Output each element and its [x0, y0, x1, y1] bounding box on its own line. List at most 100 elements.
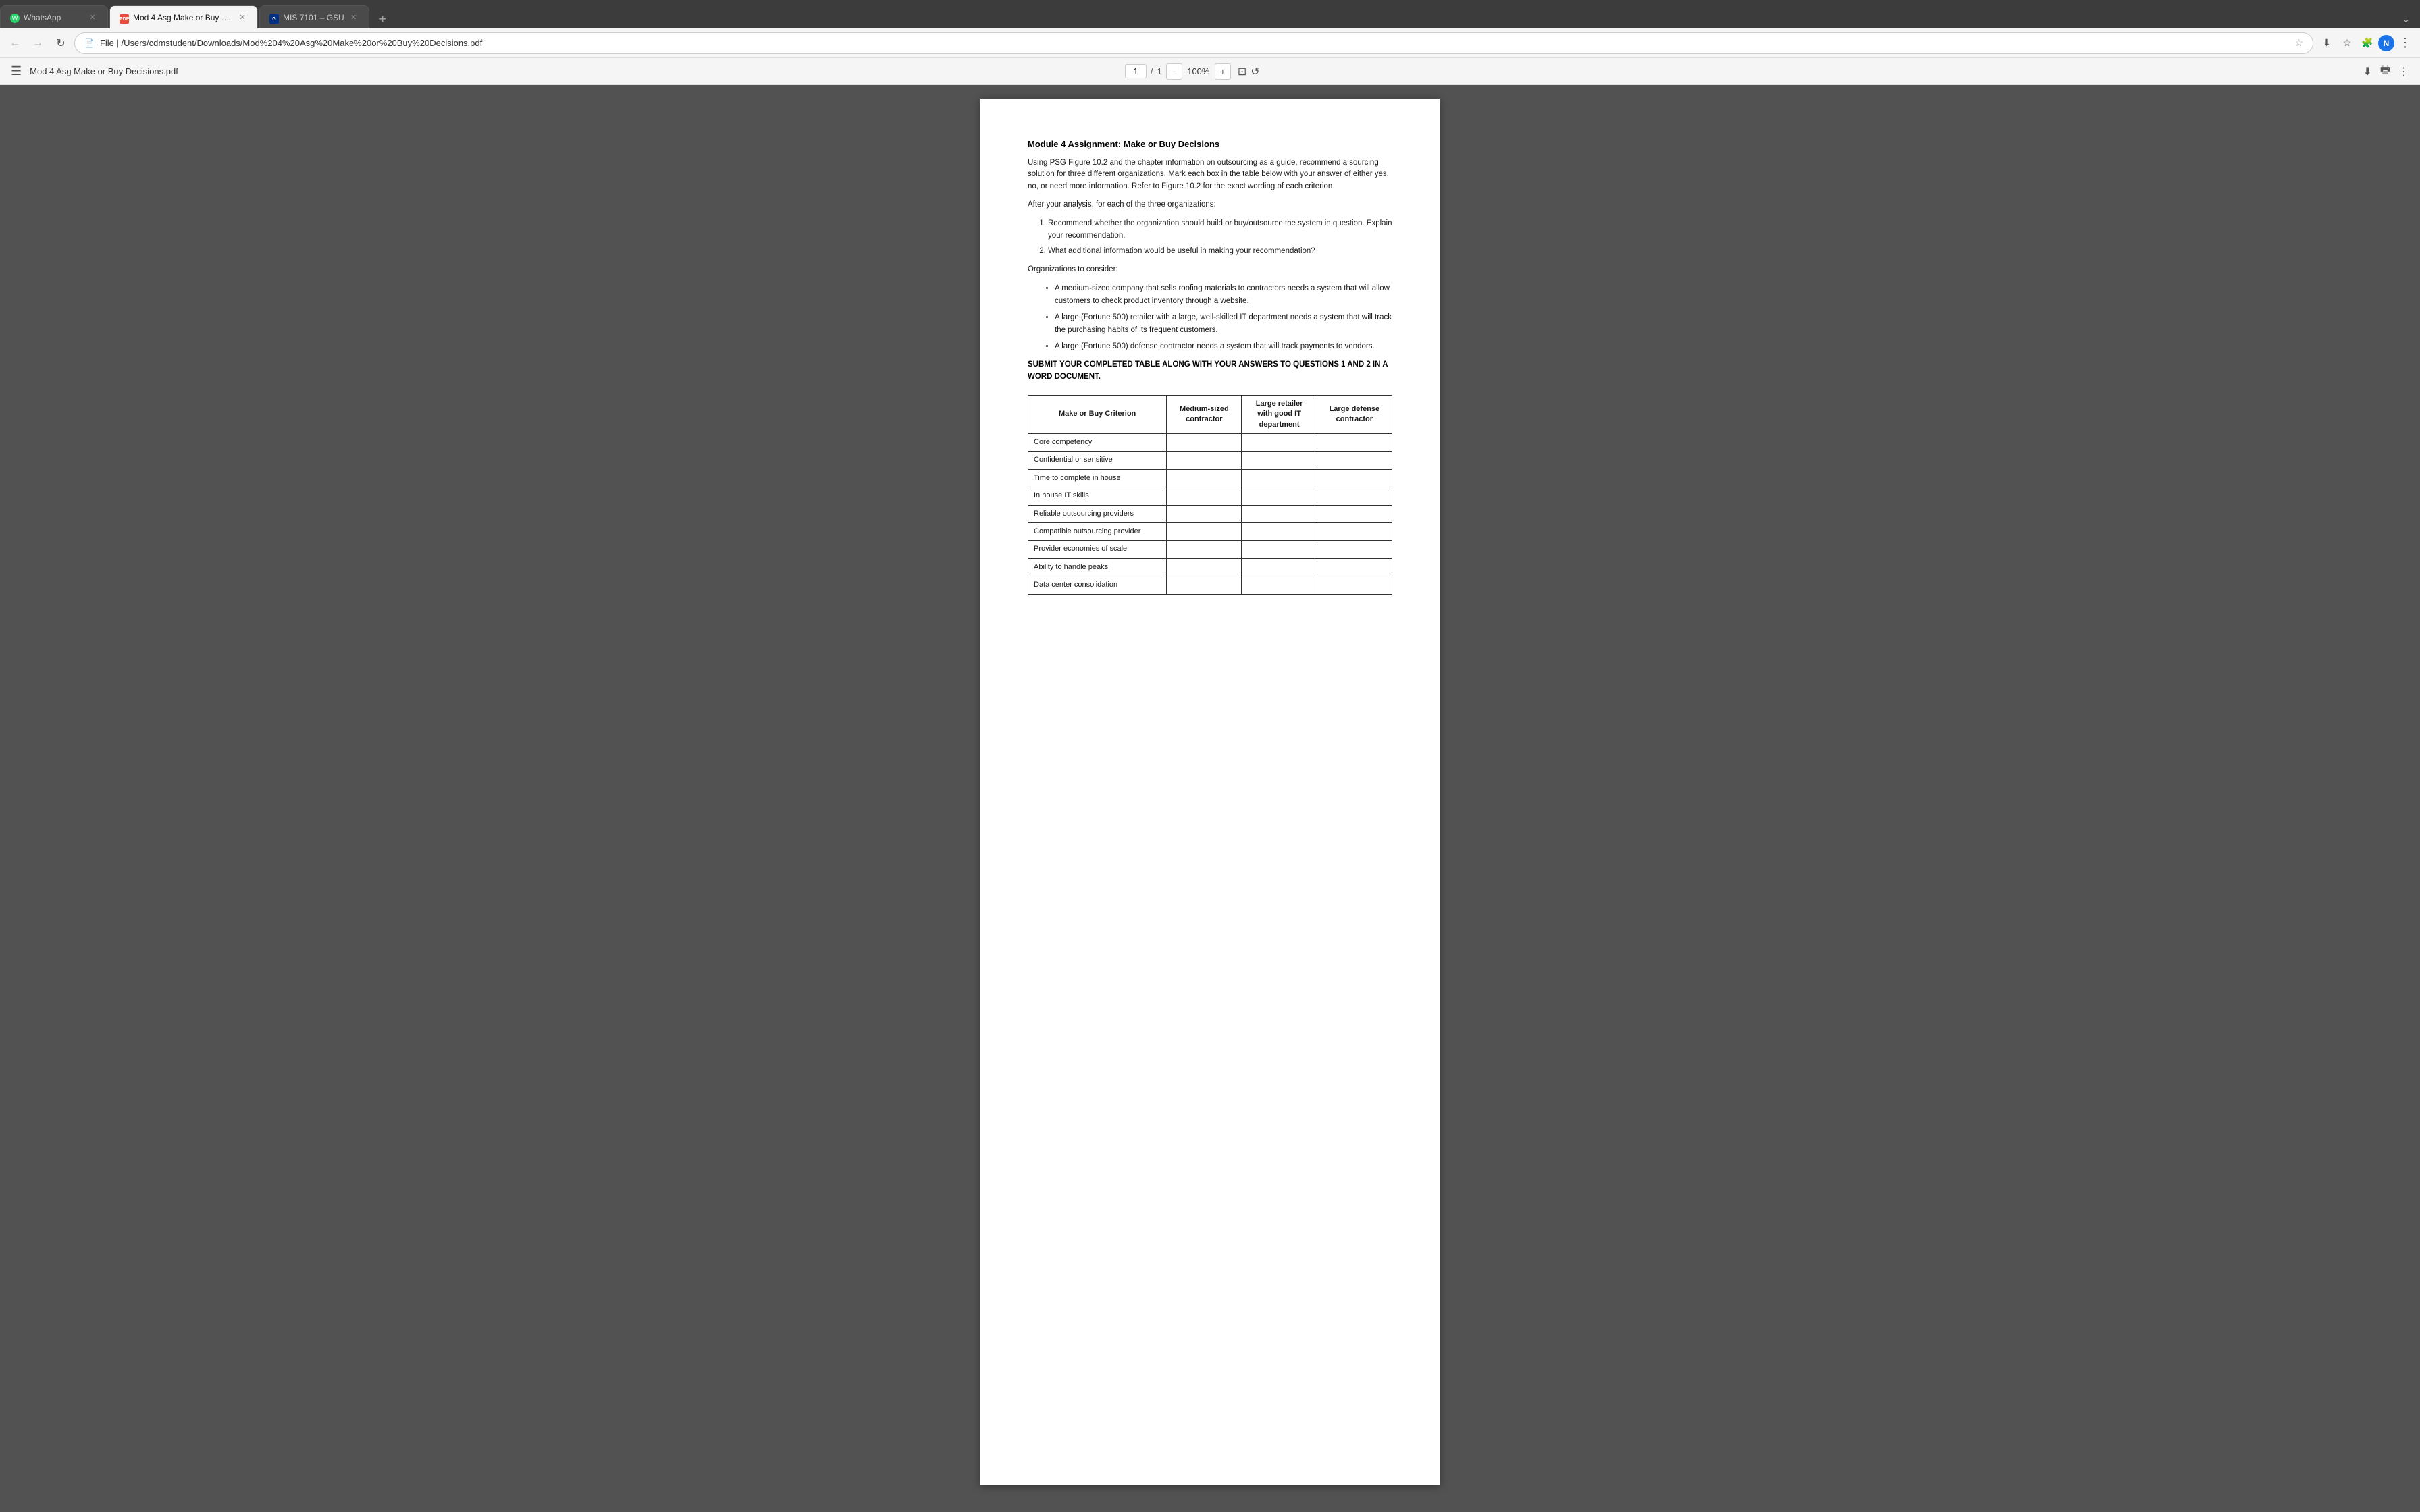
pdf-viewer: Module 4 Assignment: Make or Buy Decisio… — [0, 85, 2420, 1512]
table-cell-value — [1242, 541, 1317, 558]
table-cell-value — [1167, 523, 1242, 541]
pdf-file-title: Mod 4 Asg Make or Buy Decisions.pdf — [30, 66, 1117, 76]
table-cell-value — [1242, 487, 1317, 505]
table-cell-value — [1317, 452, 1392, 469]
table-cell-value — [1317, 505, 1392, 522]
table-cell-value — [1242, 434, 1317, 452]
new-tab-button[interactable]: + — [373, 9, 392, 28]
pdf-page-separator: / — [1151, 66, 1153, 76]
table-cell-value — [1242, 505, 1317, 522]
zoom-out-button[interactable]: − — [1166, 63, 1182, 80]
table-cell-criterion: In house IT skills — [1028, 487, 1167, 505]
table-header-row: Make or Buy Criterion Medium-sized contr… — [1028, 395, 1392, 433]
table-cell-value — [1317, 469, 1392, 487]
table-row: Ability to handle peaks — [1028, 558, 1392, 576]
navigation-bar: ← → ↻ 📄 File | /Users/cdmstudent/Downloa… — [0, 28, 2420, 58]
list-item-1: Recommend whether the organization shoul… — [1048, 217, 1392, 242]
tab-bar-left: W WhatsApp ✕ PDF Mod 4 Asg Make or Buy D… — [0, 5, 2399, 28]
col-header-criterion: Make or Buy Criterion — [1028, 395, 1167, 433]
table-cell-value — [1242, 558, 1317, 576]
star-icon[interactable]: ☆ — [2294, 37, 2303, 49]
pdf-page-controls: / 1 − 100% + ⊡ ↺ — [1125, 63, 1260, 80]
col-header-defense: Large defense contractor — [1317, 395, 1392, 433]
address-bar[interactable]: 📄 File | /Users/cdmstudent/Downloads/Mod… — [74, 32, 2313, 54]
table-cell-value — [1317, 434, 1392, 452]
table-cell-criterion: Time to complete in house — [1028, 469, 1167, 487]
table-cell-criterion: Ability to handle peaks — [1028, 558, 1167, 576]
tab-pdf-label: Mod 4 Asg Make or Buy Deci... — [133, 13, 233, 22]
tab-whatsapp-close-icon[interactable]: ✕ — [87, 12, 98, 23]
table-row: Time to complete in house — [1028, 469, 1392, 487]
table-cell-criterion: Provider economies of scale — [1028, 541, 1167, 558]
pdf-page-total: 1 — [1157, 66, 1162, 76]
gsu-favicon-icon: G — [269, 13, 279, 22]
tab-gsu[interactable]: G MIS 7101 – GSU ✕ — [259, 5, 369, 28]
bookmark-icon[interactable]: ☆ — [2338, 34, 2357, 53]
table-row: Data center consolidation — [1028, 576, 1392, 594]
rotate-icon[interactable]: ↺ — [1251, 65, 1259, 78]
back-button[interactable]: ← — [5, 34, 24, 53]
intro-paragraph: Using PSG Figure 10.2 and the chapter in… — [1028, 157, 1392, 192]
extensions-icon[interactable]: 🧩 — [2358, 34, 2377, 53]
tab-gsu-close-icon[interactable]: ✕ — [348, 12, 359, 23]
tab-bar-right: ⌄ — [2399, 9, 2420, 28]
make-or-buy-table: Make or Buy Criterion Medium-sized contr… — [1028, 395, 1392, 595]
table-cell-value — [1242, 452, 1317, 469]
table-cell-value — [1242, 576, 1317, 594]
zoom-value: 100% — [1186, 66, 1211, 76]
list-item-2: What additional information would be use… — [1048, 245, 1392, 257]
table-cell-criterion: Data center consolidation — [1028, 576, 1167, 594]
tab-pdf[interactable]: PDF Mod 4 Asg Make or Buy Deci... ✕ — [109, 5, 258, 28]
org-bullet-list: A medium-sized company that sells roofin… — [1055, 282, 1392, 352]
table-cell-value — [1317, 576, 1392, 594]
table-cell-value — [1317, 523, 1392, 541]
table-row: Provider economies of scale — [1028, 541, 1392, 558]
pdf-toolbar: ☰ Mod 4 Asg Make or Buy Decisions.pdf / … — [0, 58, 2420, 85]
orgs-heading: Organizations to consider: — [1028, 264, 1392, 275]
zoom-in-button[interactable]: + — [1215, 63, 1231, 80]
org-bullet-1: A medium-sized company that sells roofin… — [1055, 282, 1392, 307]
file-icon: 📄 — [84, 38, 95, 48]
table-cell-value — [1167, 487, 1242, 505]
table-row: Core competency — [1028, 434, 1392, 452]
table-cell-value — [1167, 558, 1242, 576]
pdf-download-icon[interactable]: ⬇ — [2363, 65, 2372, 78]
table-cell-value — [1317, 541, 1392, 558]
table-row: Confidential or sensitive — [1028, 452, 1392, 469]
whatsapp-favicon-icon: W — [10, 13, 20, 22]
table-cell-criterion: Reliable outsourcing providers — [1028, 505, 1167, 522]
table-cell-value — [1167, 505, 1242, 522]
tab-whatsapp[interactable]: W WhatsApp ✕ — [0, 5, 108, 28]
table-cell-value — [1167, 576, 1242, 594]
table-cell-criterion: Compatible outsourcing provider — [1028, 523, 1167, 541]
more-options-icon[interactable]: ⋮ — [2396, 34, 2415, 53]
pdf-more-icon[interactable]: ⋮ — [2398, 65, 2409, 78]
pdf-print-icon[interactable]: 🖶 — [2380, 62, 2390, 80]
numbered-list: Recommend whether the organization shoul… — [1048, 217, 1392, 257]
table-cell-value — [1167, 434, 1242, 452]
reload-button[interactable]: ↻ — [51, 34, 70, 53]
org-bullet-2: A large (Fortune 500) retailer with a la… — [1055, 311, 1392, 336]
nav-right-buttons: ⬇ ☆ 🧩 N ⋮ — [2317, 34, 2415, 53]
address-bar-text: File | /Users/cdmstudent/Downloads/Mod%2… — [100, 38, 2289, 48]
table-cell-value — [1167, 469, 1242, 487]
forward-button[interactable]: → — [28, 34, 47, 53]
document-title: Module 4 Assignment: Make or Buy Decisio… — [1028, 139, 1392, 149]
pdf-favicon-icon: PDF — [120, 13, 129, 22]
tab-pdf-close-icon[interactable]: ✕ — [237, 12, 248, 23]
fit-page-icon[interactable]: ⊡ — [1238, 65, 1246, 78]
browser-chrome: W WhatsApp ✕ PDF Mod 4 Asg Make or Buy D… — [0, 0, 2420, 58]
profile-icon[interactable]: N — [2378, 35, 2394, 51]
pdf-page-input[interactable] — [1125, 64, 1147, 78]
pdf-menu-icon[interactable]: ☰ — [11, 64, 22, 78]
table-row: In house IT skills — [1028, 487, 1392, 505]
table-cell-criterion: Confidential or sensitive — [1028, 452, 1167, 469]
tab-whatsapp-label: WhatsApp — [24, 13, 83, 22]
table-cell-value — [1242, 469, 1317, 487]
table-row: Reliable outsourcing providers — [1028, 505, 1392, 522]
col-header-large-retailer: Large retailer with good IT department — [1242, 395, 1317, 433]
download-nav-icon[interactable]: ⬇ — [2317, 34, 2336, 53]
tab-list-icon[interactable]: ⌄ — [2399, 9, 2413, 28]
after-analysis-heading: After your analysis, for each of the thr… — [1028, 199, 1392, 211]
tab-gsu-label: MIS 7101 – GSU — [283, 13, 344, 22]
